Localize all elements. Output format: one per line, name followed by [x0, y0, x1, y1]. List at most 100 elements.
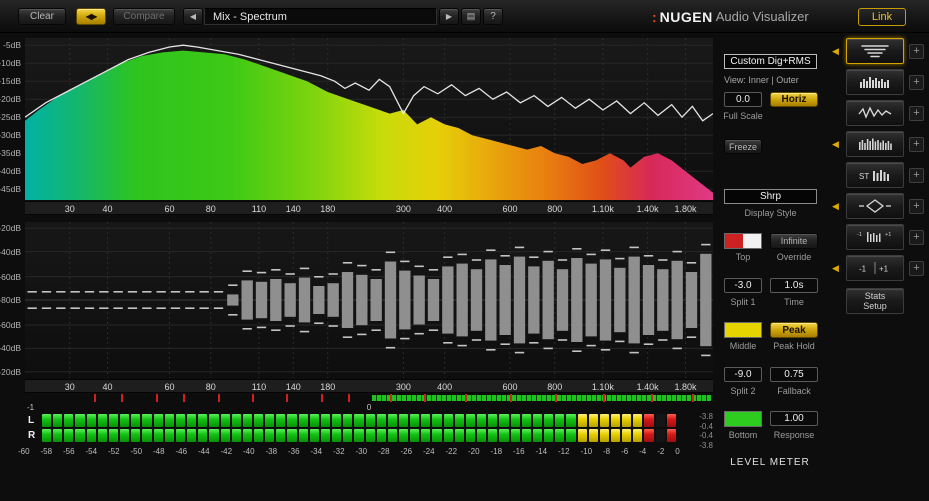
- preset-correlation-history-button[interactable]: -1 +1: [846, 224, 904, 250]
- meter-segment: [421, 429, 431, 442]
- preset-name-display[interactable]: Mix - Spectrum: [204, 8, 437, 25]
- freeze-button[interactable]: Freeze: [724, 139, 762, 154]
- meter-segment: [287, 429, 297, 442]
- time-label: Time: [784, 297, 804, 307]
- waveform-icon: [858, 106, 892, 119]
- preset-add-button[interactable]: +: [909, 74, 924, 90]
- meter-segment: [633, 429, 643, 442]
- preset-select-arrow-icon[interactable]: ◀: [830, 201, 846, 212]
- horiz-button[interactable]: Horiz: [770, 92, 818, 107]
- spectrum-y-label: -25dB: [0, 112, 21, 123]
- preset-add-button[interactable]: +: [909, 229, 924, 245]
- meter-channel-label-left: L: [28, 415, 35, 426]
- preset-vectorscope-diamond-button[interactable]: [846, 193, 904, 219]
- meter-readout-value: -0.4: [699, 421, 713, 431]
- top-label: Top: [735, 252, 751, 262]
- middle-color-swatch[interactable]: [724, 322, 762, 338]
- meter-segment: [477, 414, 487, 427]
- meter-segment: [588, 414, 598, 427]
- split1-value-field[interactable]: -3.0: [724, 278, 762, 293]
- response-value-field[interactable]: 1.00: [770, 411, 818, 426]
- meter-segment: [521, 414, 531, 427]
- help-button[interactable]: ?: [483, 8, 503, 25]
- meter-readout-value: -0.4: [699, 431, 713, 441]
- correlation-red-tick: [692, 394, 695, 402]
- frequency-label: 110: [251, 204, 267, 214]
- list-icon: ▤: [466, 11, 476, 21]
- meter-segment: [108, 429, 119, 442]
- correlation-red-tick: [554, 394, 557, 402]
- double-arrow-icon: ◀▶: [85, 12, 97, 21]
- meter-segment: [220, 414, 230, 427]
- meter-readouts: -3.8 -0.4 -0.4 -3.8: [680, 412, 713, 451]
- correlation-value-bar: [371, 395, 711, 401]
- meter-segment: [376, 429, 386, 442]
- meter-scale-label: -44: [198, 447, 210, 456]
- preset-select-arrow-icon[interactable]: ◀: [830, 263, 846, 274]
- analysis-mode-select[interactable]: Custom Dig+RMS: [724, 54, 817, 69]
- preset-waveform-button[interactable]: [846, 100, 904, 126]
- meter-scale-label: -16: [513, 447, 525, 456]
- meter-segment: [432, 414, 442, 427]
- link-button[interactable]: Link: [858, 8, 906, 26]
- meter-segment: [577, 429, 587, 442]
- meter-segment: [488, 414, 498, 427]
- response-label: Response: [773, 430, 815, 440]
- full-scale-label: Full Scale: [723, 111, 763, 121]
- meter-scale-label: -2: [657, 447, 665, 456]
- bottom-color-swatch[interactable]: [724, 411, 762, 427]
- preset-select-arrow-icon[interactable]: ◀: [830, 139, 846, 150]
- meter-segment: [108, 414, 119, 427]
- meter-segment: [86, 429, 96, 442]
- meter-scale-label: -30: [355, 447, 368, 456]
- meter-segment: [410, 414, 420, 427]
- frequency-label: 400: [437, 382, 453, 392]
- preset-histogram-bars-button[interactable]: [846, 69, 904, 95]
- preset-add-button[interactable]: +: [909, 198, 924, 214]
- full-scale-value-field[interactable]: 0.0: [724, 92, 762, 107]
- preset-add-button[interactable]: +: [909, 43, 924, 59]
- preset-add-button[interactable]: +: [909, 167, 924, 183]
- meter-segment: [376, 414, 386, 427]
- stats-setup-button[interactable]: Stats Setup: [846, 288, 904, 314]
- preset-correlation-range-button[interactable]: -1 +1: [846, 255, 904, 281]
- clear-button[interactable]: Clear: [18, 8, 66, 25]
- preset-select-arrow-icon[interactable]: ◀: [830, 46, 846, 57]
- fallback-value-field[interactable]: 0.75: [770, 367, 818, 382]
- preset-play-button[interactable]: ▶: [439, 8, 459, 25]
- correlation-red-tick: [465, 394, 468, 402]
- meter-segment: [298, 414, 308, 427]
- meter-segment: [465, 414, 476, 427]
- split2-value-field[interactable]: -9.0: [724, 367, 762, 382]
- frequency-label: 800: [547, 204, 563, 214]
- preset-prev-button[interactable]: ◀: [183, 8, 203, 25]
- meter-segment: [86, 414, 96, 427]
- correlation-scale: -1 0: [25, 403, 713, 413]
- preset-add-button[interactable]: +: [909, 105, 924, 121]
- view-mode-label: View: Inner | Outer: [724, 75, 799, 85]
- compare-button[interactable]: Compare: [113, 8, 175, 25]
- correlation-red-tick: [320, 394, 323, 402]
- preset-stereo-meter-button[interactable]: ST: [846, 162, 904, 188]
- meter-scale-label: -60: [18, 447, 30, 456]
- display-style-select[interactable]: Shrp: [724, 189, 817, 204]
- preset-add-button[interactable]: +: [909, 260, 924, 276]
- infinite-button[interactable]: Infinite: [770, 233, 818, 249]
- frequency-label: 40: [102, 382, 113, 392]
- peak-hold-button[interactable]: Peak: [770, 322, 818, 338]
- preset-add-button[interactable]: +: [909, 136, 924, 152]
- preset-list-button[interactable]: ▤: [461, 8, 481, 25]
- ab-toggle-button[interactable]: ◀▶: [76, 8, 106, 25]
- meter-segment: [443, 429, 453, 442]
- brand-name: NUGEN: [659, 8, 713, 25]
- meter-segment: [354, 429, 364, 442]
- spectrum-y-label: -5dB: [3, 40, 21, 51]
- preset-spectrogram-button[interactable]: [846, 131, 904, 157]
- top-color-swatch[interactable]: [724, 233, 762, 249]
- correlation-red-tick: [93, 394, 96, 402]
- time-value-field[interactable]: 1.0s: [770, 278, 818, 293]
- meter-segment: [555, 414, 565, 427]
- preset-spectrum-lines-button[interactable]: [846, 38, 904, 64]
- meter-segment: [365, 414, 375, 427]
- correlation-red-tick: [121, 394, 124, 402]
